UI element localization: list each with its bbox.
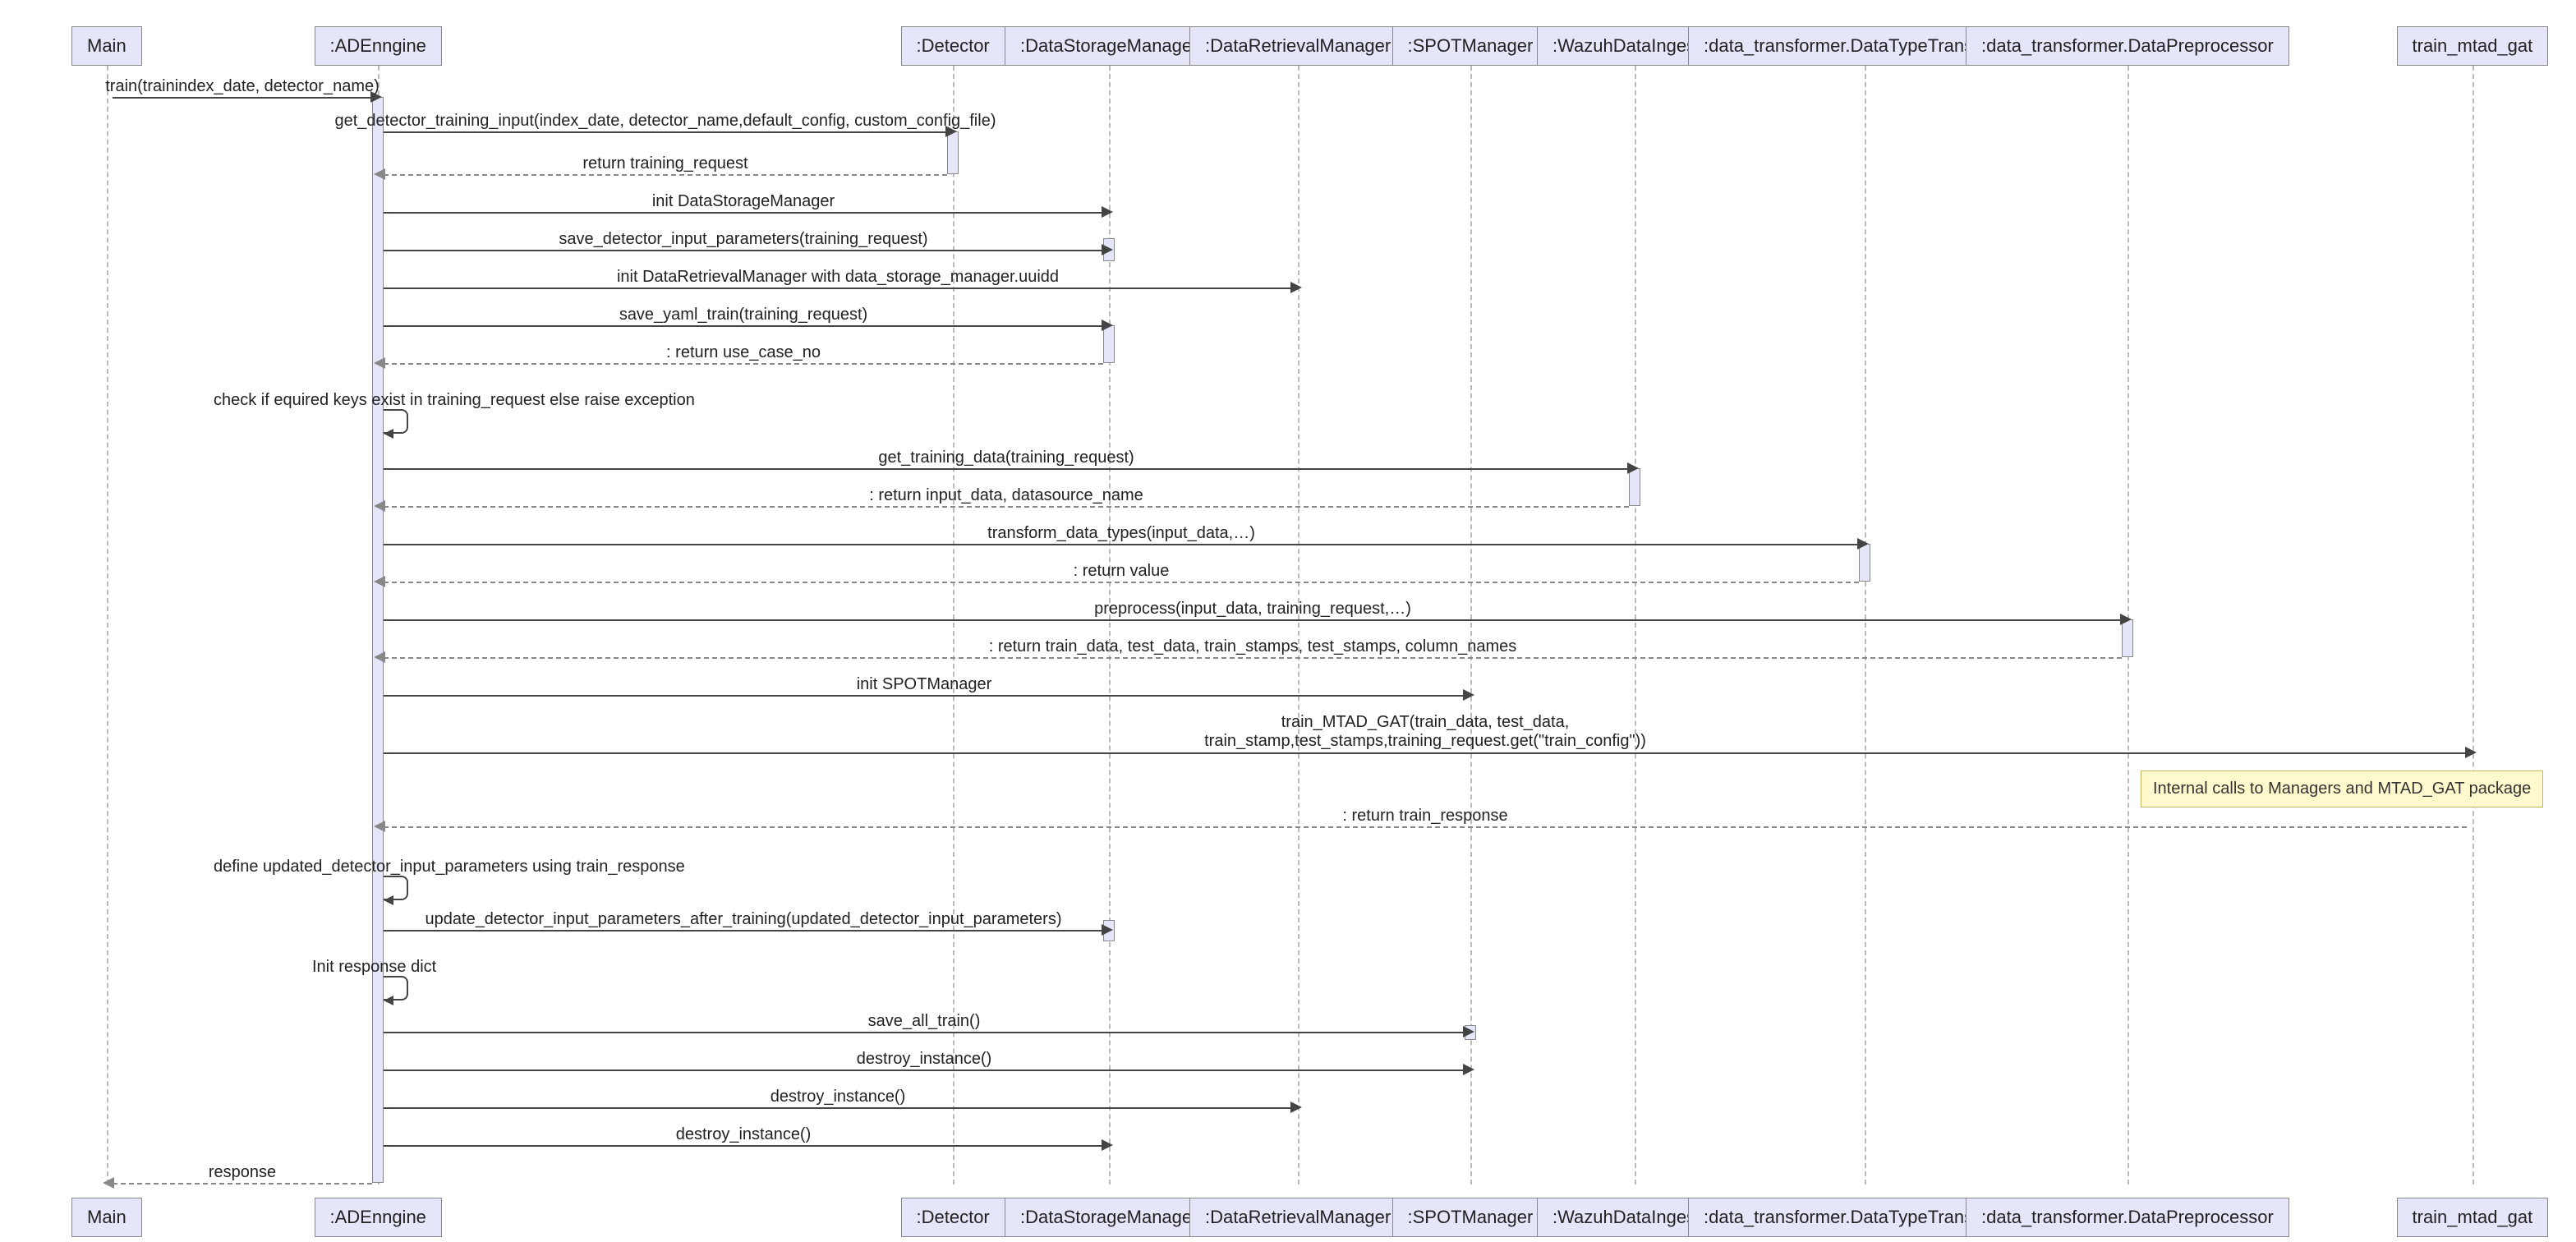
- participant-drm-top: :DataRetrievalManager: [1189, 26, 1406, 66]
- participant-spot-top: :SPOTManager: [1392, 26, 1549, 66]
- self-msg-label-20: Init response dict: [312, 958, 436, 977]
- arrowhead-14: [374, 651, 385, 663]
- msg-label-2: return training_request: [582, 154, 748, 173]
- arrowhead-19: [1102, 924, 1113, 936]
- msg-line-25: [113, 1183, 372, 1184]
- msg-label-11: transform_data_types(input_data,…): [987, 524, 1255, 543]
- participant-spot-bot: :SPOTManager: [1392, 1198, 1549, 1237]
- arrowhead-3: [1102, 206, 1113, 218]
- msg-line-0: [113, 97, 372, 99]
- msg-line-13: [384, 619, 2122, 621]
- msg-label-0: train(trainindex_date, detector_name): [105, 77, 380, 96]
- participant-main-top: Main: [71, 26, 142, 66]
- arrowhead-13: [2120, 614, 2132, 625]
- msg-line-22: [384, 1070, 1465, 1071]
- lifeline-dsm: [1109, 58, 1111, 1184]
- msg-line-2: [384, 174, 947, 176]
- msg-line-24: [384, 1145, 1103, 1147]
- participant-dsm-bot: :DataStorageManager: [1005, 1198, 1213, 1237]
- msg-label-4: save_detector_input_parameters(training_…: [559, 230, 927, 249]
- msg-line-9: [384, 468, 1629, 470]
- msg-label-1: get_detector_training_input(index_date, …: [335, 112, 996, 131]
- arrowhead-12: [374, 576, 385, 587]
- participant-dpp-top: :data_transformer.DataPreprocessor: [1966, 26, 2289, 66]
- arrowhead-11: [1857, 538, 1869, 550]
- msg-label-25: response: [209, 1163, 276, 1182]
- msg-label-5: init DataRetrievalManager with data_stor…: [617, 268, 1059, 287]
- msg-line-14: [384, 657, 2122, 659]
- msg-label-12: : return value: [1074, 562, 1170, 581]
- arrowhead-22: [1463, 1064, 1474, 1075]
- msg-line-10: [384, 506, 1629, 508]
- arrowhead-24: [1102, 1139, 1113, 1151]
- lifeline-main: [107, 58, 108, 1184]
- msg-label-23: destroy_instance(): [770, 1088, 906, 1106]
- msg-label-15: init SPOTManager: [857, 675, 992, 694]
- msg-label-21: save_all_train(): [868, 1012, 981, 1031]
- activation-detector-1: [947, 131, 959, 174]
- lifeline-drm: [1298, 58, 1300, 1184]
- msg-label-6: save_yaml_train(training_request): [619, 306, 867, 324]
- self-msg-label-18: define updated_detector_input_parameters…: [214, 858, 685, 876]
- msg-label-13: preprocess(input_data, training_request,…: [1094, 600, 1411, 619]
- participant-detector-top: :Detector: [901, 26, 1005, 66]
- msg-label-17: : return train_response: [1342, 807, 1507, 826]
- msg-label-7: : return use_case_no: [666, 343, 821, 362]
- lifeline-spot: [1470, 58, 1472, 1184]
- lifeline-tmg: [2472, 58, 2474, 1184]
- msg-label-10: : return input_data, datasource_name: [869, 486, 1143, 505]
- msg-line-6: [384, 325, 1103, 327]
- arrowhead-15: [1463, 689, 1474, 701]
- msg-line-19: [384, 930, 1103, 932]
- activation-engine-0: [372, 97, 384, 1183]
- lifeline-dtt: [1865, 58, 1866, 1184]
- participant-drm-bot: :DataRetrievalManager: [1189, 1198, 1406, 1237]
- arrowhead-23: [1290, 1102, 1302, 1113]
- arrowhead-25: [103, 1177, 114, 1189]
- self-msg-label-8: check if equired keys exist in training_…: [214, 391, 695, 410]
- msg-line-11: [384, 544, 1859, 545]
- participant-main-bot: Main: [71, 1198, 142, 1237]
- msg-line-7: [384, 363, 1103, 365]
- arrowhead-2: [374, 168, 385, 180]
- msg-line-23: [384, 1107, 1292, 1109]
- msg-line-1: [384, 131, 947, 133]
- arrowhead-21: [1463, 1026, 1474, 1037]
- msg-label-22: destroy_instance(): [857, 1050, 992, 1069]
- arrowhead-9: [1627, 462, 1639, 474]
- msg-label-14: : return train_data, test_data, train_st…: [989, 637, 1517, 656]
- participant-tmg-top: train_mtad_gat: [2397, 26, 2549, 66]
- msg-line-5: [384, 288, 1292, 289]
- note-internal-calls: Internal calls to Managers and MTAD_GAT …: [2141, 770, 2543, 807]
- msg-label-19: update_detector_input_parameters_after_t…: [426, 910, 1062, 929]
- msg-label-3: init DataStorageManager: [652, 192, 835, 211]
- msg-line-12: [384, 582, 1859, 583]
- participant-engine-bot: :ADEnngine: [315, 1198, 442, 1237]
- msg-line-3: [384, 212, 1103, 214]
- arrowhead-6: [1102, 320, 1113, 331]
- self-arrow-8: [384, 429, 393, 439]
- participant-tmg-bot: train_mtad_gat: [2397, 1198, 2549, 1237]
- msg-label-16: train_MTAD_GAT(train_data, test_data,tra…: [1204, 713, 1646, 751]
- arrowhead-17: [374, 821, 385, 832]
- arrowhead-7: [374, 357, 385, 369]
- msg-line-21: [384, 1032, 1465, 1033]
- participant-engine-top: :ADEnngine: [315, 26, 442, 66]
- msg-line-16: [384, 752, 2467, 754]
- self-arrow-18: [384, 895, 393, 905]
- arrowhead-4: [1102, 244, 1113, 255]
- msg-label-24: destroy_instance(): [676, 1125, 812, 1144]
- arrowhead-5: [1290, 282, 1302, 293]
- msg-line-15: [384, 695, 1465, 697]
- participant-detector-bot: :Detector: [901, 1198, 1005, 1237]
- arrowhead-10: [374, 500, 385, 512]
- self-arrow-20: [384, 996, 393, 1005]
- lifeline-wazuh: [1635, 58, 1636, 1184]
- participant-dsm-top: :DataStorageManager: [1005, 26, 1213, 66]
- participant-dpp-bot: :data_transformer.DataPreprocessor: [1966, 1198, 2289, 1237]
- msg-label-9: get_training_data(training_request): [878, 448, 1134, 467]
- msg-line-4: [384, 250, 1103, 251]
- msg-line-17: [384, 826, 2467, 828]
- arrowhead-16: [2465, 747, 2477, 758]
